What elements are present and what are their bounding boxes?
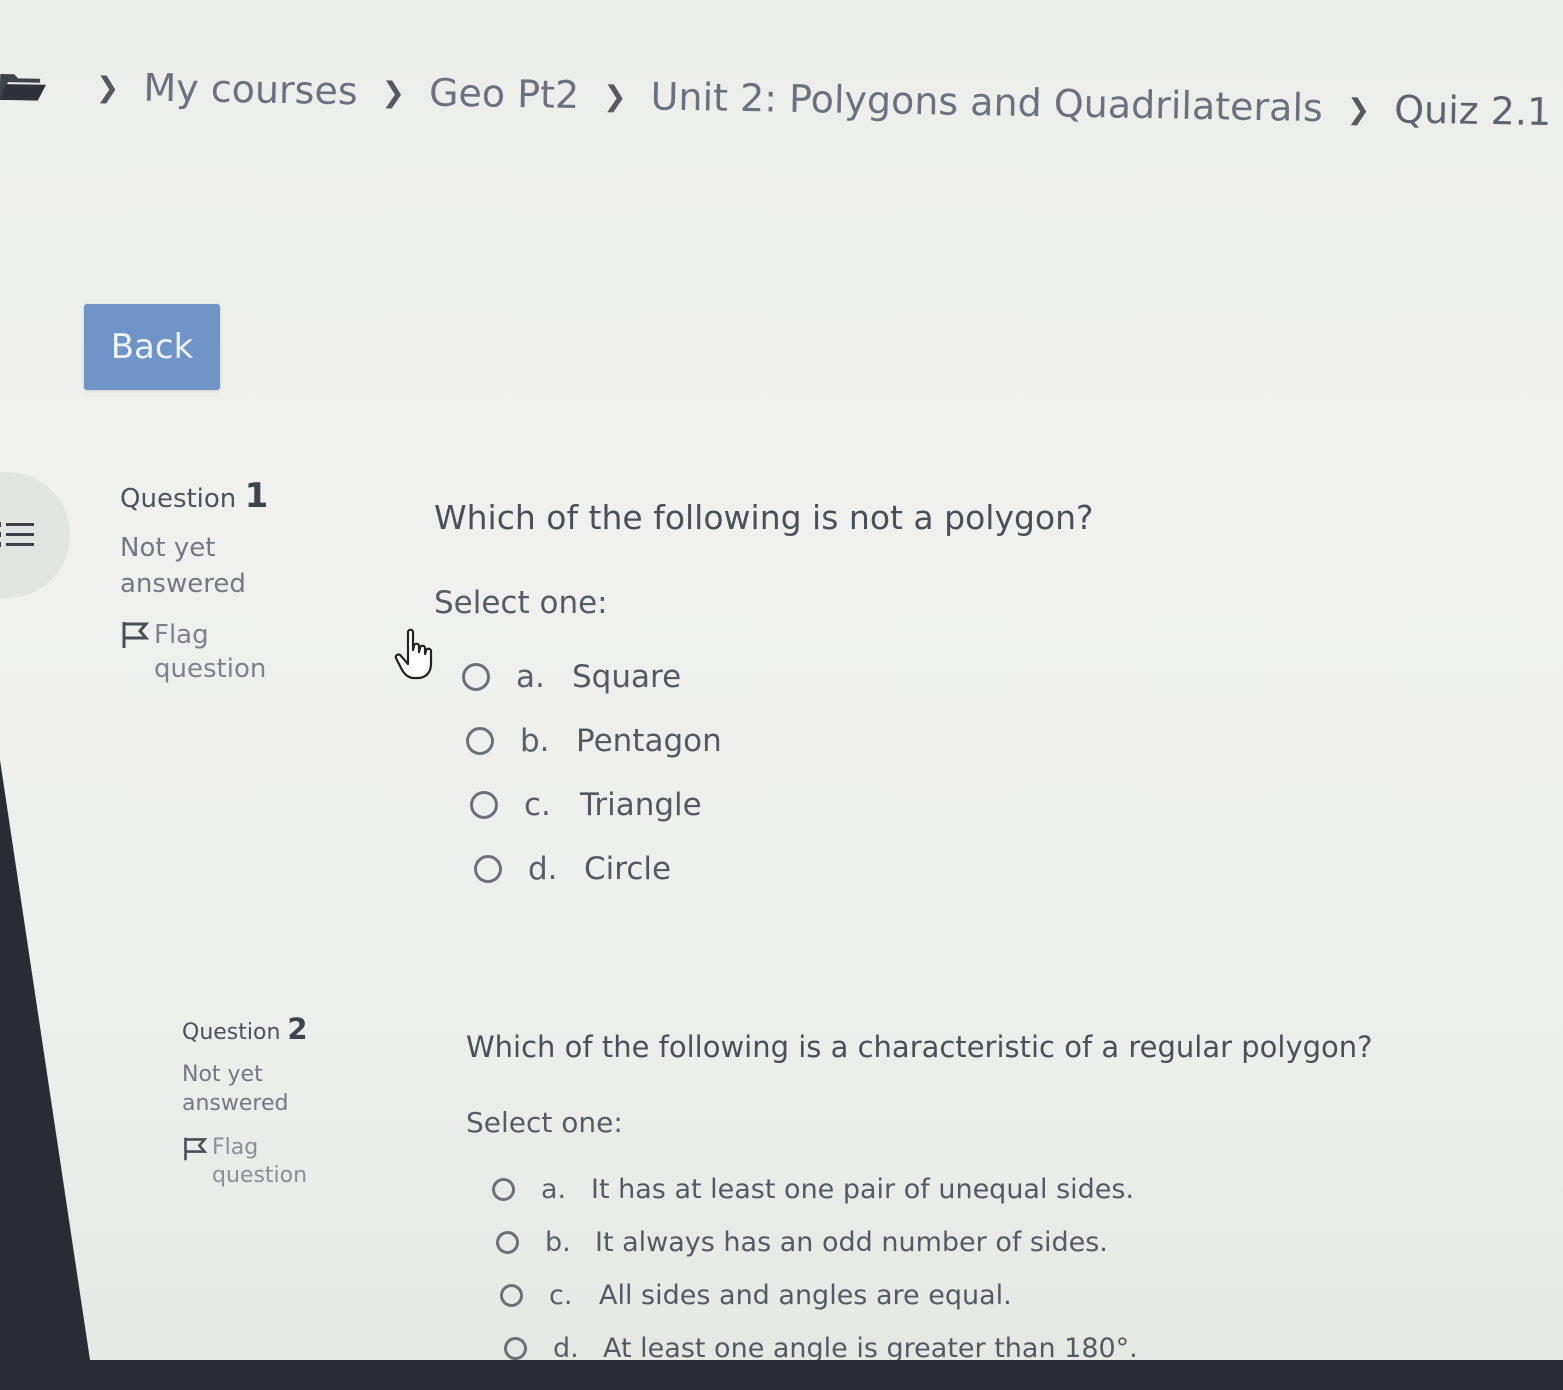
option-text: All sides and angles are equal. [599, 1280, 1012, 1311]
option-letter: b. [520, 723, 550, 759]
option-letter: b. [545, 1227, 571, 1258]
radio-button[interactable] [496, 1231, 519, 1254]
question-content: Which of the following is not a polygon?… [434, 498, 1094, 901]
option-letter: d. [528, 851, 558, 887]
question-info: Question 1 Not yet answered Flag questio… [120, 476, 280, 686]
option-letter: d. [553, 1333, 579, 1364]
question-info: Question 2 Not yet answered Flag questio… [182, 1012, 342, 1190]
option-letter: a. [541, 1174, 567, 1205]
radio-button[interactable] [470, 791, 498, 819]
question-text: Which of the following is not a polygon? [434, 498, 1094, 537]
back-button[interactable]: Back [84, 304, 220, 390]
question-label: Question [182, 1020, 281, 1045]
answer-options: a. Square b. Pentagon c. Triangle d. Cir… [434, 645, 1094, 901]
folder-icon[interactable] [0, 70, 47, 101]
option-letter: a. [516, 659, 545, 695]
answer-option-d[interactable]: d. Circle [474, 837, 1094, 901]
list-icon [0, 522, 34, 547]
question-number-value: 2 [287, 1012, 308, 1046]
select-one-prompt: Select one: [434, 585, 608, 621]
option-text: Square [572, 659, 682, 695]
question-content: Which of the following is a characterist… [466, 1030, 1373, 1364]
answer-option-b[interactable]: b. It always has an odd number of sides. [496, 1216, 1373, 1269]
hand-pointer-icon [394, 628, 433, 680]
radio-button[interactable] [474, 855, 502, 883]
option-text: Triangle [580, 787, 702, 823]
chevron-right-icon: ❯ [602, 79, 627, 113]
chevron-right-icon: ❯ [95, 70, 120, 104]
flag-icon [184, 1137, 208, 1161]
answer-option-c[interactable]: c. All sides and angles are equal. [500, 1269, 1373, 1322]
answer-option-a[interactable]: a. Square [462, 645, 1094, 709]
flag-label: Flag question [212, 1135, 308, 1188]
select-one-prompt: Select one: [466, 1106, 623, 1139]
breadcrumb-unit[interactable]: Unit 2: Polygons and Quadrilaterals [650, 74, 1323, 130]
question-number: Question 2 [182, 1012, 342, 1046]
option-text: Circle [584, 851, 672, 887]
answer-option-d[interactable]: d. At least one angle is greater than 18… [504, 1322, 1373, 1364]
breadcrumb-course[interactable]: Geo Pt2 [429, 70, 580, 117]
question-state: Not yet answered [182, 1062, 289, 1116]
option-letter: c. [524, 787, 551, 823]
breadcrumb-my-courses[interactable]: My courses [143, 66, 358, 114]
option-text: It always has an odd number of sides. [595, 1227, 1108, 1258]
answer-option-b[interactable]: b. Pentagon [466, 709, 1094, 773]
radio-button[interactable] [492, 1178, 515, 1201]
question-number: Question 1 [120, 476, 280, 516]
option-text: At least one angle is greater than 180°. [603, 1333, 1138, 1364]
option-text: It has at least one pair of unequal side… [591, 1174, 1135, 1205]
radio-button[interactable] [500, 1284, 523, 1307]
question-state: Not yet answered [120, 533, 246, 599]
radio-button[interactable] [466, 727, 494, 755]
flag-label: Flag question [154, 620, 267, 684]
option-letter: c. [549, 1280, 573, 1311]
page-area: ❯ My courses ❯ Geo Pt2 ❯ Unit 2: Polygon… [0, 0, 1563, 1360]
breadcrumb: ❯ My courses ❯ Geo Pt2 ❯ Unit 2: Polygon… [0, 50, 1552, 147]
radio-button[interactable] [504, 1337, 527, 1360]
drawer-toggle-button[interactable] [0, 472, 70, 598]
answer-option-a[interactable]: a. It has at least one pair of unequal s… [492, 1163, 1373, 1216]
option-text: Pentagon [576, 723, 722, 759]
flag-icon [122, 622, 150, 648]
answer-options: a. It has at least one pair of unequal s… [466, 1163, 1373, 1364]
radio-button[interactable] [462, 663, 490, 691]
answer-option-c[interactable]: c. Triangle [470, 773, 1094, 837]
chevron-right-icon: ❯ [381, 75, 406, 109]
chevron-right-icon: ❯ [1346, 92, 1371, 126]
question-label: Question [120, 484, 237, 514]
question-number-value: 1 [244, 476, 269, 516]
question-text: Which of the following is a characterist… [466, 1030, 1373, 1064]
flag-question-button[interactable]: Flag question [182, 1134, 342, 1190]
breadcrumb-quiz[interactable]: Quiz 2.1 [1394, 87, 1552, 134]
flag-question-button[interactable]: Flag question [120, 618, 280, 686]
